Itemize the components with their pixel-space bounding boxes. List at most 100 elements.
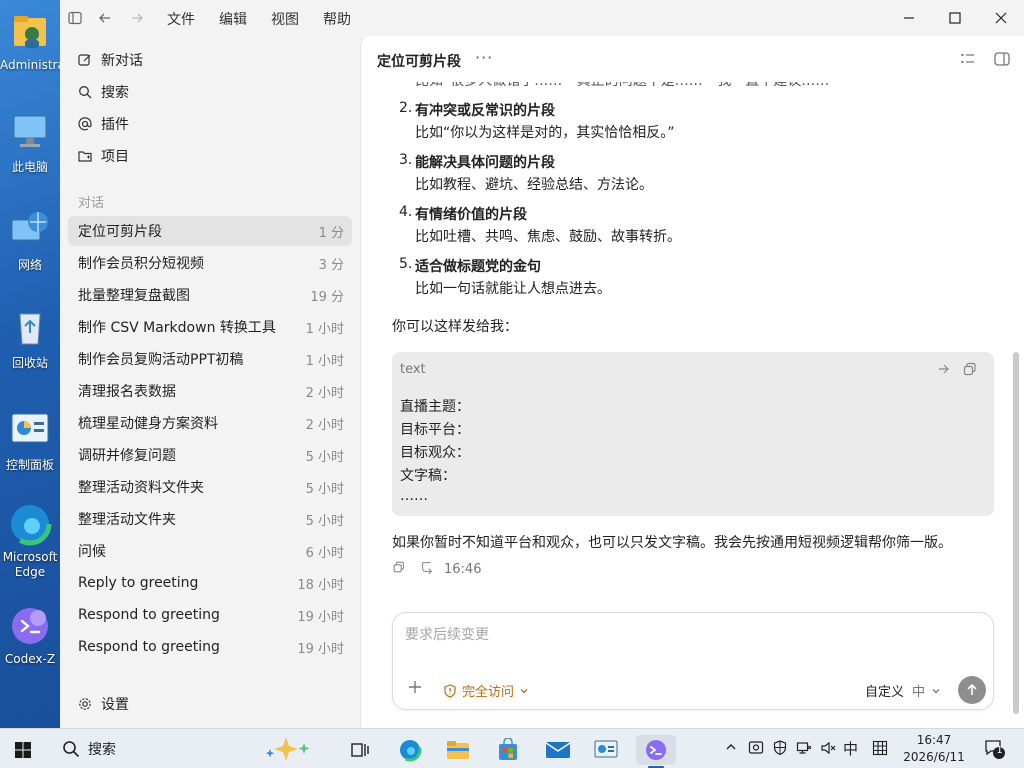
conversation-item[interactable]: 制作会员积分短视频 3 分 [68, 248, 352, 278]
list-item-title: 适合做标题党的金句 [415, 259, 541, 275]
conversation-title: 批量整理复盘截图 [78, 288, 190, 304]
conversation-item[interactable]: 批量整理复盘截图 19 分 [68, 280, 352, 310]
code-line: 文字稿： [400, 468, 456, 484]
more-options-button[interactable]: ··· [475, 48, 493, 67]
access-mode-button[interactable]: 完全访问 [443, 681, 529, 700]
model-selector[interactable]: 自定义 中 [865, 681, 941, 700]
nav-label: 新对话 [101, 53, 143, 69]
conversation-item[interactable]: Respond to greeting 19 小时 [68, 600, 352, 630]
mail-icon [545, 742, 571, 758]
menu-file[interactable]: 文件 [167, 9, 195, 29]
menu-help[interactable]: 帮助 [323, 9, 351, 29]
settings-button[interactable]: 设置 [68, 690, 352, 718]
ime-grid-icon[interactable] [872, 740, 888, 760]
desktop-icon-label: 此电脑 [11, 160, 48, 174]
outline-list-icon[interactable] [959, 50, 977, 68]
taskbar-file-explorer[interactable] [438, 735, 478, 765]
volume-muted-icon[interactable] [820, 740, 836, 760]
conversation-title: 制作会员复购活动PPT初稿 [78, 352, 244, 368]
close-button[interactable] [978, 0, 1024, 36]
composer-input[interactable] [405, 627, 975, 643]
taskbar-edge[interactable] [390, 735, 430, 765]
code-line: 目标平台： [400, 422, 470, 438]
projects-button[interactable]: 项目 [68, 142, 352, 170]
search-icon [63, 741, 80, 758]
tray-security-icon[interactable] [772, 740, 788, 760]
taskbar-codex-app[interactable] [636, 735, 676, 768]
side-panel-icon[interactable] [993, 50, 1011, 68]
chat-panel: 定位可剪片段 ··· 比如“很多人做错了……”“真正的问题不是……”“我一直不建… [360, 36, 1024, 728]
taskbar-mail[interactable] [538, 735, 578, 765]
conversation-title: Reply to greeting [78, 575, 199, 591]
code-line: …… [400, 488, 428, 504]
maximize-button[interactable] [932, 0, 978, 36]
arrow-up-icon [967, 683, 977, 695]
windows-logo-icon [15, 742, 31, 758]
code-block: text 直播主题： 目标平台： 目标观众： 文字稿： …… [392, 352, 994, 516]
copy-icon[interactable] [962, 361, 978, 377]
folder-icon [78, 149, 92, 163]
taskbar-search[interactable]: 搜索 [52, 733, 332, 765]
desktop-icon-edge[interactable]: Microsoft Edge [0, 502, 60, 580]
desktop-icon-label: 控制面板 [5, 458, 54, 472]
nav-label: 设置 [101, 697, 129, 713]
section-label-conversations: 对话 [78, 196, 105, 211]
menu-edit[interactable]: 编辑 [219, 9, 247, 29]
notification-center-button[interactable]: 1 [984, 738, 1006, 764]
conversation-item[interactable]: 问候 6 小时 [68, 536, 352, 566]
tray-app-icon[interactable] [748, 740, 764, 760]
conversation-item[interactable]: 清理报名表数据 2 小时 [68, 376, 352, 406]
tray-overflow-chevron-icon[interactable] [724, 740, 738, 758]
list-item-number: 5. [399, 256, 413, 272]
network-icon[interactable] [796, 740, 812, 760]
back-arrow-icon[interactable] [96, 9, 114, 27]
taskbar-control-panel[interactable] [586, 735, 626, 765]
task-view-button[interactable] [340, 735, 380, 765]
desktop-icon-label: 回收站 [11, 356, 48, 370]
conversation-item[interactable]: 整理活动资料文件夹 5 小时 [68, 472, 352, 502]
conversation-item[interactable]: 制作 CSV Markdown 转换工具 1 小时 [68, 312, 352, 342]
edge-icon [398, 738, 422, 762]
desktop-icon-recycle-bin[interactable]: 回收站 [0, 306, 60, 371]
nav-label: 项目 [101, 149, 129, 165]
plugins-button[interactable]: 插件 [68, 110, 352, 138]
minimize-button[interactable] [886, 0, 932, 36]
insert-arrow-icon[interactable] [936, 361, 952, 377]
conversation-title: 整理活动文件夹 [78, 512, 176, 528]
send-button[interactable] [958, 676, 986, 704]
conversation-item[interactable]: 定位可剪片段 1 分 [68, 216, 352, 246]
desktop-icon-control-panel[interactable]: 控制面板 [0, 408, 60, 473]
add-attachment-button[interactable] [407, 679, 423, 700]
conversation-title: 制作会员积分短视频 [78, 256, 204, 272]
title-bar: 文件 编辑 视图 帮助 [60, 0, 1024, 36]
desktop-icon-codex-z[interactable]: Codex-Z [0, 604, 60, 666]
desktop-icon-this-pc[interactable]: 此电脑 [0, 110, 60, 175]
desktop-icon-administrator[interactable]: Administrator [0, 10, 60, 72]
conversation-item[interactable]: Reply to greeting 18 小时 [68, 568, 352, 598]
conversation-item[interactable]: 梳理星动健身方案资料 2 小时 [68, 408, 352, 438]
conversation-item[interactable]: 制作会员复购活动PPT初稿 1 小时 [68, 344, 352, 374]
forward-arrow-icon[interactable] [128, 9, 146, 27]
chat-title: 定位可剪片段 [377, 54, 461, 70]
conversation-time: 6 小时 [305, 545, 344, 561]
taskbar-store[interactable] [488, 735, 528, 765]
copy-message-icon[interactable] [392, 560, 406, 578]
new-chat-button[interactable]: 新对话 [68, 46, 352, 74]
scrollbar[interactable] [1013, 352, 1019, 714]
conversation-item[interactable]: 整理活动文件夹 5 小时 [68, 504, 352, 534]
clock[interactable]: 16:47 2026/6/11 [896, 732, 972, 766]
conversation-item[interactable]: Respond to greeting 19 小时 [68, 632, 352, 662]
desktop-icon-network[interactable]: 网络 [0, 208, 60, 273]
start-button[interactable] [6, 737, 40, 763]
computer-icon [8, 110, 52, 154]
conversation-item[interactable]: 调研并修复问题 5 小时 [68, 440, 352, 470]
search-button[interactable]: 搜索 [68, 78, 352, 106]
sidebar-toggle-icon[interactable] [66, 9, 84, 27]
desktop-icon-label: Microsoft Edge [2, 550, 58, 579]
input-language-indicator[interactable]: 中 [843, 738, 858, 759]
shield-warning-icon [444, 683, 456, 698]
branch-icon[interactable] [420, 560, 434, 578]
conversation-title: 调研并修复问题 [78, 448, 176, 464]
menu-view[interactable]: 视图 [271, 9, 299, 29]
minimize-icon [904, 17, 914, 19]
